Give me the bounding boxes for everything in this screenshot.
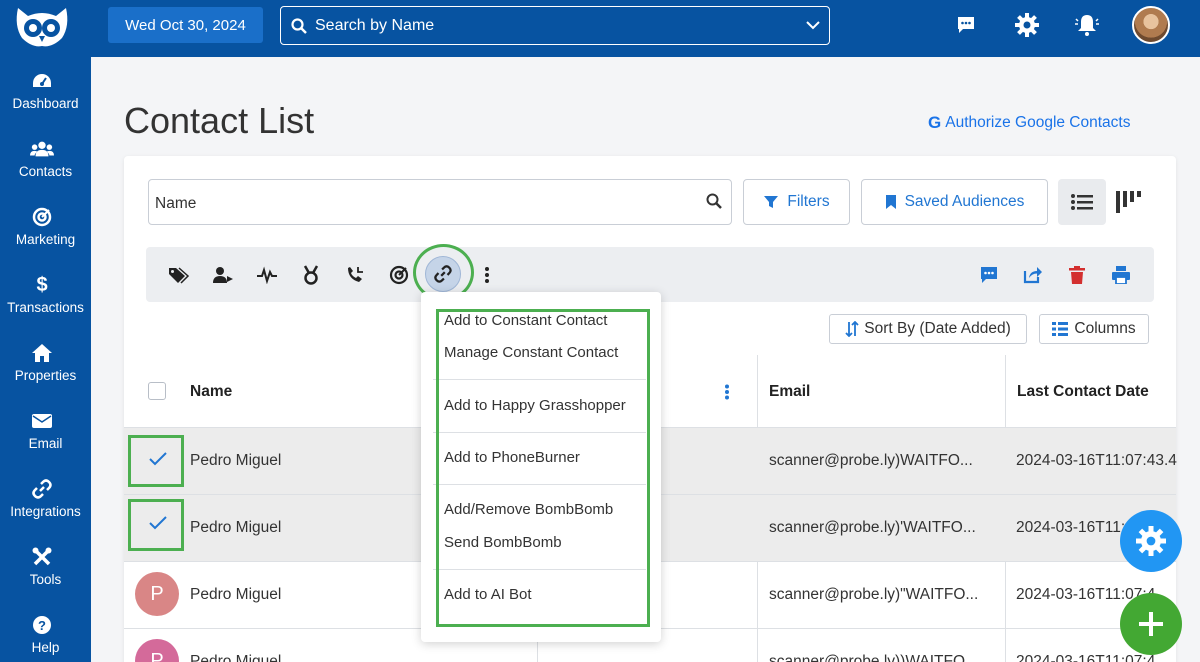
list-view-button[interactable] — [1058, 179, 1106, 225]
name-search-input[interactable]: Name — [148, 179, 732, 225]
column-header-email[interactable]: Email — [769, 383, 810, 401]
campaign-target-icon[interactable] — [387, 263, 411, 287]
owl-logo-icon[interactable] — [14, 6, 70, 48]
gear-icon[interactable] — [1014, 12, 1040, 38]
sidebar-item-contacts[interactable]: Contacts — [0, 138, 91, 198]
contact-avatar: P — [135, 639, 179, 662]
checkmark-icon — [149, 452, 167, 471]
search-icon[interactable] — [706, 193, 722, 214]
svg-text:?: ? — [38, 618, 46, 633]
saved-audiences-button[interactable]: Saved Audiences — [861, 179, 1048, 225]
tools-icon — [30, 546, 54, 568]
sidebar-item-transactions[interactable]: $ Transactions — [0, 274, 91, 334]
row-checkbox-checked[interactable] — [128, 435, 184, 487]
chevron-down-icon[interactable] — [805, 17, 821, 38]
kanban-icon — [1116, 191, 1142, 213]
top-bar: Wed Oct 30, 2024 Search by Name — [91, 0, 1200, 57]
assign-user-icon[interactable] — [211, 263, 235, 287]
gear-icon — [1136, 526, 1166, 556]
list-icon — [1071, 193, 1093, 211]
sidebar-item-email[interactable]: Email — [0, 410, 91, 470]
bell-icon[interactable] — [1074, 12, 1100, 38]
row-checkbox-checked[interactable] — [128, 499, 184, 551]
settings-fab-button[interactable] — [1120, 510, 1182, 572]
sort-arrows-icon — [845, 321, 859, 337]
funnel-icon — [763, 194, 779, 210]
search-icon — [291, 17, 307, 34]
plus-icon — [1138, 611, 1164, 637]
sidebar-item-tools[interactable]: Tools — [0, 546, 91, 606]
user-avatar[interactable] — [1132, 6, 1170, 44]
sidebar-item-marketing[interactable]: Marketing — [0, 206, 91, 266]
tag-icon[interactable] — [167, 263, 191, 287]
google-icon: G — [928, 113, 942, 132]
envelope-icon — [30, 410, 54, 432]
select-all-checkbox[interactable] — [148, 382, 166, 400]
column-header-name[interactable]: Name — [190, 383, 232, 401]
kanban-view-button[interactable] — [1114, 189, 1144, 215]
trash-icon[interactable] — [1065, 263, 1089, 287]
dollar-icon: $ — [36, 273, 48, 296]
share-export-icon[interactable] — [1021, 263, 1045, 287]
page-title: Contact List — [124, 100, 315, 141]
medal-icon[interactable] — [299, 263, 323, 287]
highlight-box — [436, 309, 650, 627]
activity-pulse-icon[interactable] — [255, 263, 279, 287]
link-icon — [30, 478, 54, 500]
authorize-google-contacts-link[interactable]: G Authorize Google Contacts — [928, 113, 1130, 133]
columns-button[interactable]: Columns — [1039, 314, 1149, 344]
sort-by-button[interactable]: Sort By (Date Added) — [829, 314, 1027, 344]
phone-call-icon[interactable] — [343, 263, 367, 287]
sidebar-item-dashboard[interactable]: Dashboard — [0, 70, 91, 130]
dashboard-gauge-icon — [30, 70, 54, 92]
print-icon[interactable] — [1109, 263, 1133, 287]
sidebar-item-help[interactable]: ? Help — [0, 614, 91, 662]
column-menu-icon[interactable] — [715, 380, 739, 404]
columns-icon — [1052, 322, 1069, 336]
users-icon — [30, 138, 54, 160]
date-display: Wed Oct 30, 2024 — [108, 7, 263, 43]
target-icon — [30, 206, 54, 228]
chat-icon[interactable] — [953, 12, 979, 38]
question-icon: ? — [30, 614, 54, 636]
sidebar-item-properties[interactable]: Properties — [0, 342, 91, 402]
add-fab-button[interactable] — [1120, 593, 1182, 655]
sidebar-item-integrations[interactable]: Integrations — [0, 478, 91, 538]
sidebar: Dashboard Contacts Marketing $ Transacti… — [0, 0, 91, 662]
filters-button[interactable]: Filters — [743, 179, 850, 225]
global-search-input[interactable]: Search by Name — [280, 6, 830, 45]
contact-avatar: P — [135, 572, 179, 616]
bookmark-icon — [885, 194, 897, 210]
column-header-last-contact[interactable]: Last Contact Date — [1017, 383, 1149, 401]
more-vertical-icon[interactable] — [475, 263, 499, 287]
sms-icon[interactable] — [977, 263, 1001, 287]
home-icon — [30, 342, 54, 364]
checkmark-icon — [149, 516, 167, 535]
